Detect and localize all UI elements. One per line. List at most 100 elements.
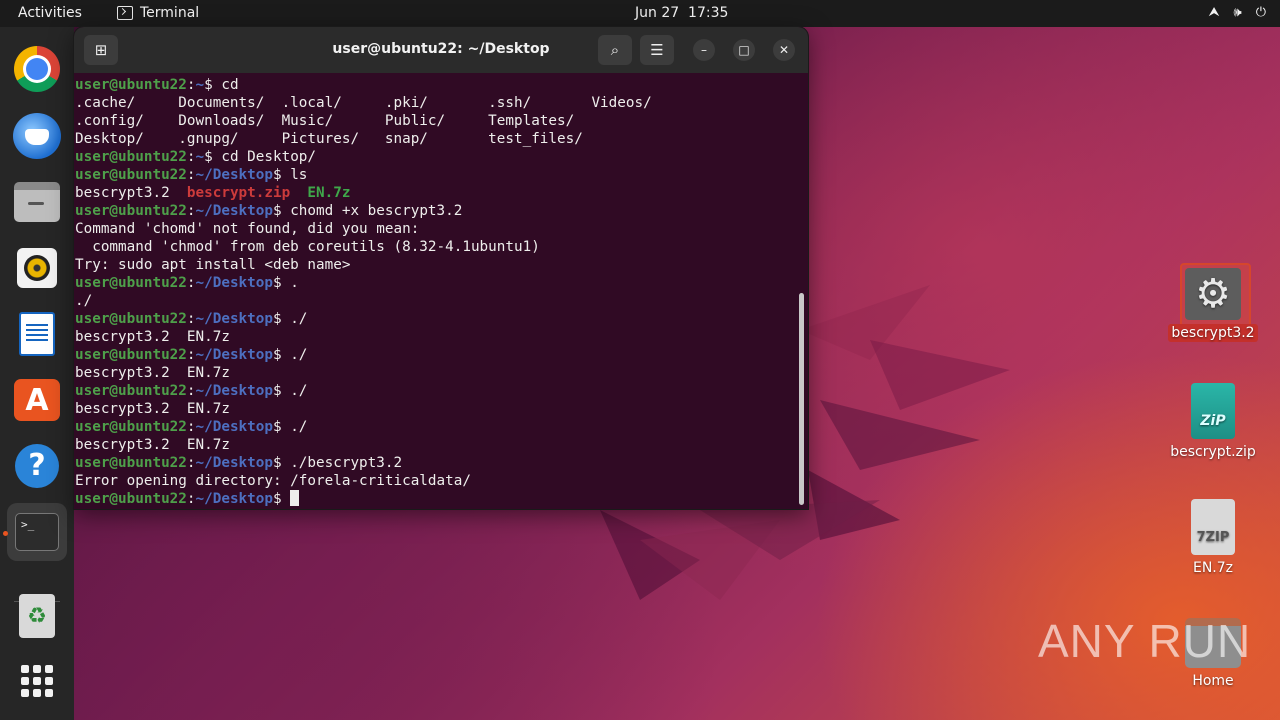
dock-item-software[interactable]: A — [7, 371, 67, 429]
prompt-user: user@ubuntu22 — [75, 455, 187, 471]
prompt-user: user@ubuntu22 — [75, 419, 187, 435]
prompt-colon: : — [186, 383, 196, 399]
output-text: Error opening directory: /forela-critica… — [75, 473, 471, 489]
desktop-icon-en7z[interactable]: 7ZIP EN.7z — [1158, 499, 1268, 577]
ls-entry: bescrypt3.2 — [75, 185, 170, 201]
thunderbird-icon — [13, 113, 61, 159]
command-text: ./ — [281, 311, 308, 327]
prompt-user: user@ubuntu22 — [75, 383, 187, 399]
menu-button[interactable]: ☰ — [640, 35, 674, 65]
prompt-colon: : — [186, 77, 196, 93]
prompt-dollar: $ — [272, 383, 282, 399]
search-button[interactable]: ⌕ — [598, 35, 632, 65]
prompt-path: ~ — [195, 149, 205, 165]
executable-gear-icon: ⚙ — [1185, 268, 1241, 320]
dock-item-trash[interactable]: ♻ — [7, 587, 67, 645]
prompt-colon: : — [186, 275, 196, 291]
output-line: Try: sudo apt install <deb name> — [75, 256, 795, 274]
clock-date: Jun 27 — [635, 5, 680, 21]
maximize-icon: □ — [738, 43, 750, 57]
prompt-user: user@ubuntu22 — [75, 77, 187, 93]
power-icon[interactable]: ⏻ — [1256, 5, 1266, 20]
text-cursor — [290, 490, 300, 506]
command-text: ./ — [281, 419, 308, 435]
dock-item-help[interactable]: ? — [7, 437, 67, 495]
output-line: bescrypt3.2 EN.7z — [75, 436, 795, 454]
prompt-colon: : — [186, 203, 196, 219]
maximize-button[interactable]: □ — [733, 39, 755, 61]
prompt-colon: : — [186, 455, 196, 471]
output-line: bescrypt3.2 EN.7z — [75, 400, 795, 418]
system-tray[interactable]: ⮝ 🕪 ⏻ — [1208, 5, 1266, 20]
output-text: Try: sudo apt install <deb name> — [75, 257, 351, 273]
output-text: Desktop/ .gnupg/ Pictures/ snap/ test_fi… — [75, 131, 583, 147]
output-line: command 'chmod' from deb coreutils (8.32… — [75, 238, 795, 256]
dock-item-terminal[interactable]: >_ — [7, 503, 67, 561]
command-text: ./ — [281, 347, 308, 363]
output-text: .config/ Downloads/ Music/ Public/ Templ… — [75, 113, 575, 129]
prompt-path: ~/Desktop — [195, 203, 273, 219]
desktop-icon-label: EN.7z — [1192, 560, 1234, 576]
show-applications-button[interactable] — [7, 652, 67, 710]
terminal-scrollbar[interactable] — [799, 293, 804, 505]
activities-button[interactable]: Activities — [18, 5, 82, 21]
output-line: Desktop/ .gnupg/ Pictures/ snap/ test_fi… — [75, 130, 795, 148]
command-text: ./bescrypt3.2 — [281, 455, 403, 471]
prompt-path: ~/Desktop — [195, 455, 273, 471]
network-icon[interactable]: ⮝ — [1208, 5, 1219, 20]
volume-icon[interactable]: 🕪 — [1234, 5, 1242, 20]
desktop-icon-bescrypt-zip[interactable]: ZiP bescrypt.zip — [1158, 383, 1268, 461]
command-text: . — [281, 275, 299, 291]
prompt-dollar: $ — [272, 203, 282, 219]
terminal-headerbar[interactable]: ⊞ user@ubuntu22: ~/Desktop ⌕ ☰ – □ ✕ — [74, 27, 808, 73]
prompt-colon: : — [186, 311, 196, 327]
prompt-line: user@ubuntu22:~/Desktop$ . — [75, 274, 795, 292]
terminal-window[interactable]: ⊞ user@ubuntu22: ~/Desktop ⌕ ☰ – □ ✕ use… — [74, 27, 808, 509]
command-text: ls — [281, 167, 308, 183]
clock[interactable]: Jun 27 17:35 — [635, 5, 728, 21]
clock-time: 17:35 — [688, 5, 729, 21]
ls-entry: EN.7z — [307, 185, 351, 201]
prompt-user: user@ubuntu22 — [75, 203, 187, 219]
zip-badge: ZiP — [1200, 413, 1226, 429]
prompt-user: user@ubuntu22 — [75, 347, 187, 363]
top-bar: Activities Terminal Jun 27 17:35 ⮝ 🕪 ⏻ — [0, 0, 1280, 27]
dock-item-thunderbird[interactable] — [7, 107, 67, 165]
prompt-path: ~ — [195, 77, 205, 93]
output-text: bescrypt3.2 EN.7z — [75, 365, 230, 381]
dock-item-writer[interactable] — [7, 305, 67, 363]
prompt-user: user@ubuntu22 — [75, 311, 187, 327]
prompt-line: user@ubuntu22:~$ cd — [75, 76, 795, 94]
output-line: bescrypt3.2 bescrypt.zip EN.7z — [75, 184, 795, 202]
prompt-line: user@ubuntu22:~/Desktop$ ./ — [75, 346, 795, 364]
close-button[interactable]: ✕ — [773, 39, 795, 61]
prompt-dollar: $ — [204, 149, 213, 165]
zip-archive-icon: ZiP — [1191, 383, 1235, 439]
output-text: ./ — [75, 293, 93, 309]
prompt-dollar: $ — [272, 491, 282, 507]
prompt-path: ~/Desktop — [195, 383, 273, 399]
writer-icon — [19, 312, 55, 356]
dock-item-files[interactable] — [7, 173, 67, 231]
desktop-icon-bescrypt[interactable]: ⚙ bescrypt3.2 — [1158, 268, 1268, 342]
app-menu[interactable]: Terminal — [117, 5, 199, 21]
prompt-line: user@ubuntu22:~/Desktop$ ./ — [75, 310, 795, 328]
prompt-line: user@ubuntu22:~/Desktop$ chomd +x bescry… — [75, 202, 795, 220]
terminal-output[interactable]: user@ubuntu22:~$ cd .cache/ Documents/ .l… — [75, 76, 795, 509]
prompt-line: user@ubuntu22:~/Desktop$ ./ — [75, 382, 795, 400]
prompt-user: user@ubuntu22 — [75, 491, 187, 507]
output-text: bescrypt3.2 EN.7z — [75, 329, 230, 345]
prompt-colon: : — [186, 419, 196, 435]
output-line: ./ — [75, 292, 795, 310]
prompt-path: ~/Desktop — [195, 491, 273, 507]
dock-item-rhythmbox[interactable] — [7, 239, 67, 297]
prompt-path: ~/Desktop — [195, 419, 273, 435]
close-icon: ✕ — [778, 43, 790, 57]
app-grid-icon — [21, 665, 53, 697]
output-line: bescrypt3.2 EN.7z — [75, 364, 795, 382]
7z-badge: 7ZIP — [1196, 530, 1230, 545]
minimize-button[interactable]: – — [693, 39, 715, 61]
dock-item-chrome[interactable] — [7, 40, 67, 98]
prompt-path: ~/Desktop — [195, 167, 273, 183]
anyrun-watermark: ANY RUN — [1038, 615, 1252, 667]
